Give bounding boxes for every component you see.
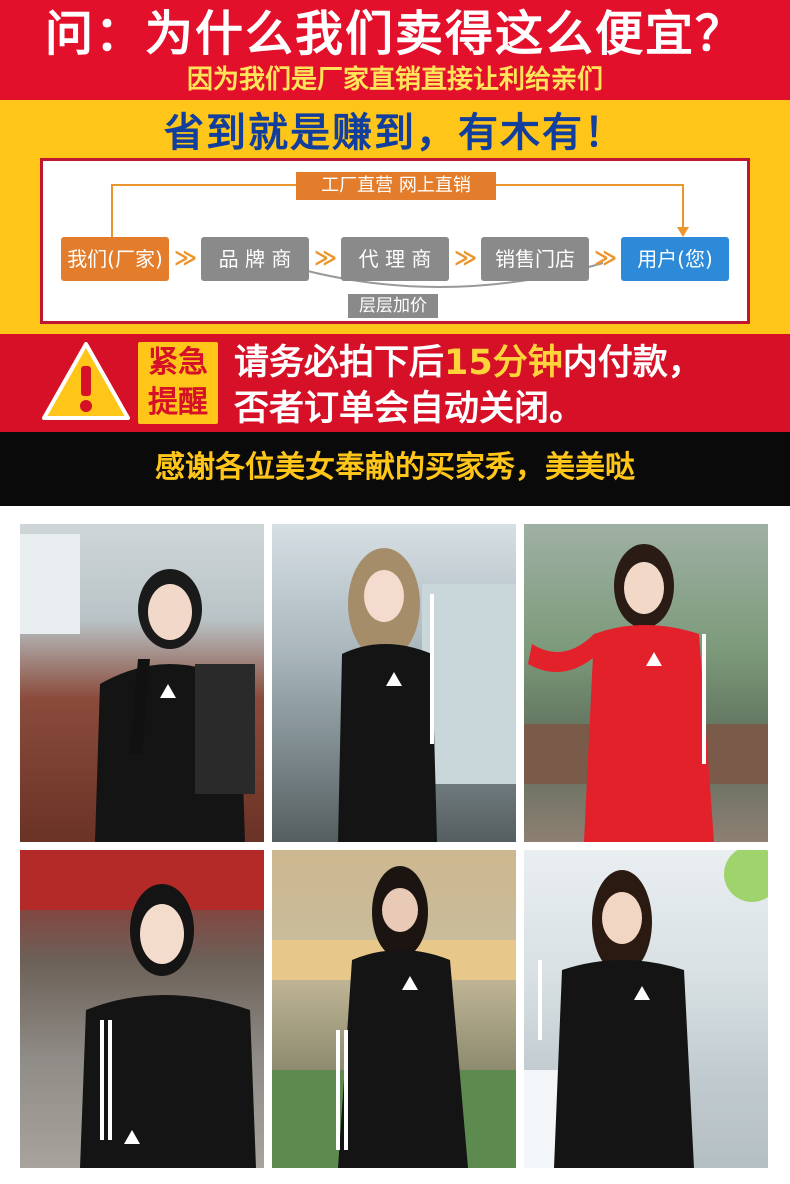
flow-node-factory: 我们(厂家): [61, 237, 169, 281]
model-figure: [524, 544, 768, 842]
chevron-right-icon: ≫: [594, 246, 618, 271]
buyer-photo-4: [20, 850, 264, 1168]
chevron-right-icon: ≫: [174, 246, 198, 271]
buyer-photo-3: [524, 524, 768, 842]
flow-node-brand: 品 牌 商: [201, 237, 309, 281]
flow-node-user: 用户(您): [621, 237, 729, 281]
flow-node-store: 销售门店: [481, 237, 589, 281]
faq-question: 问：为什么我们卖得这么便宜？: [44, 6, 745, 62]
model-figure: [338, 548, 516, 842]
model-figure: [272, 866, 516, 1168]
notice-highlight: 15分钟: [444, 343, 563, 383]
warning-icon: [42, 342, 130, 420]
payment-notice-line1: 请务必拍下后15分钟内付款，: [234, 340, 703, 386]
chevron-right-icon: ≫: [314, 246, 338, 271]
buyer-photo-6: [524, 850, 768, 1168]
model-figure: [20, 850, 264, 1168]
flow-node-agent: 代 理 商: [341, 237, 449, 281]
buyer-photo-5: [272, 850, 516, 1168]
markup-label: 层层加价: [348, 294, 438, 318]
chevron-right-icon: ≫: [454, 246, 478, 271]
model-figure: [20, 534, 255, 842]
payment-notice-line2: 否者订单会自动关闭。: [234, 389, 585, 429]
faq-answer: 因为我们是厂家直销直接让利给亲们: [186, 65, 603, 95]
thanks-text: 感谢各位美女奉献的买家秀，美美哒: [155, 450, 635, 485]
model-figure: [524, 850, 768, 1168]
notice-prefix: 请务必拍下后: [234, 343, 445, 383]
urgent-badge-line1: 紧急: [148, 345, 208, 380]
save-slogan: 省到就是赚到，有木有！: [164, 110, 626, 156]
direct-sales-label: 工厂直营 网上直销: [296, 172, 496, 200]
buyer-photo-2: [272, 524, 516, 842]
urgent-badge-line2: 提醒: [148, 385, 208, 420]
buyer-photo-1: [20, 524, 264, 842]
notice-suffix: 内付款，: [562, 343, 703, 383]
